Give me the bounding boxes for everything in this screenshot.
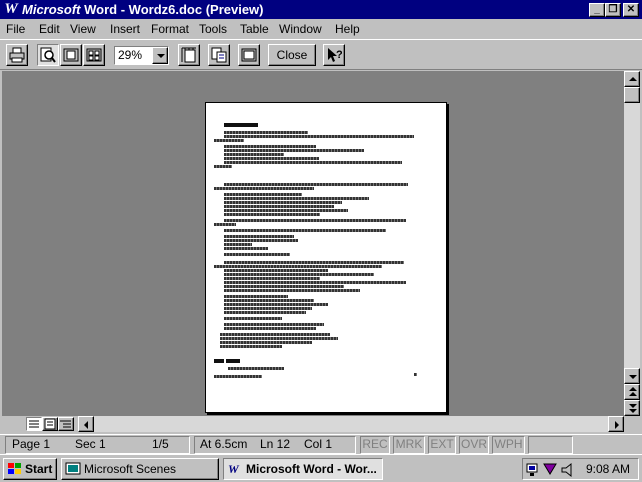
menu-insert[interactable]: Insert <box>110 22 140 36</box>
multiple-pages-button[interactable] <box>83 44 105 66</box>
zoom-dropdown-button[interactable] <box>152 47 168 64</box>
print-button[interactable] <box>6 44 28 66</box>
shrink-to-fit-icon <box>211 47 227 63</box>
close-window-button[interactable]: ✕ <box>623 3 639 17</box>
window-title: Microsoft Word - Wordz6.doc (Preview) <box>22 2 264 17</box>
status-rec[interactable]: REC <box>360 436 390 454</box>
status-ext[interactable]: EXT <box>428 436 456 454</box>
arrow-right-icon <box>615 421 619 429</box>
restore-button[interactable]: ❐ <box>605 3 621 17</box>
next-page-button[interactable] <box>624 400 640 416</box>
status-mrk[interactable]: MRK <box>393 436 425 454</box>
taskbar: Start Microsoft Scenes W Microsoft Word … <box>0 454 642 482</box>
arrow-up-icon <box>629 77 637 81</box>
scroll-down-button[interactable] <box>624 368 640 384</box>
menu-help[interactable]: Help <box>335 22 360 36</box>
speaker-icon <box>561 462 572 478</box>
windows-logo-icon <box>8 463 21 474</box>
menu-format[interactable]: Format <box>151 22 189 36</box>
double-arrow-up-icon <box>629 387 637 391</box>
preview-workspace[interactable] <box>2 71 624 416</box>
task-microsoft-scenes[interactable]: Microsoft Scenes <box>61 458 219 480</box>
svg-text:?: ? <box>336 49 342 61</box>
system-tray: 9:08 AM <box>522 458 639 480</box>
normal-view-button[interactable] <box>26 417 42 431</box>
scroll-thumb[interactable] <box>624 87 640 103</box>
scroll-up-button[interactable] <box>624 71 640 87</box>
scenes-app-icon <box>65 462 81 475</box>
context-help-button[interactable]: ? <box>323 44 345 66</box>
status-empty-panel <box>528 436 573 454</box>
task-microsoft-word[interactable]: W Microsoft Word - Wor... <box>223 458 383 480</box>
status-column: Col 1 <box>304 437 333 451</box>
multiple-pages-icon <box>86 48 102 62</box>
close-preview-button[interactable]: Close <box>268 44 316 66</box>
chevron-down-icon <box>157 54 165 58</box>
horizontal-scrollbar[interactable] <box>78 416 624 432</box>
start-button[interactable]: Start <box>3 458 57 480</box>
outline-view-icon <box>60 420 71 428</box>
double-arrow-up-icon-part <box>629 392 637 396</box>
status-ovr[interactable]: OVR <box>459 436 489 454</box>
menu-bar: File Edit View Insert Format Tools Table… <box>0 19 642 39</box>
full-screen-icon <box>241 48 257 62</box>
view-ruler-icon <box>181 47 196 63</box>
status-wph[interactable]: WPH <box>492 436 525 454</box>
print-icon <box>9 47 25 63</box>
arrow-down-icon <box>629 375 637 379</box>
preview-page-thumbnail[interactable] <box>205 102 447 413</box>
view-ruler-button[interactable] <box>178 44 200 66</box>
menu-tools[interactable]: Tools <box>199 22 227 36</box>
context-help-icon: ? <box>328 48 342 62</box>
task-label: Microsoft Scenes <box>84 462 177 476</box>
menu-view[interactable]: View <box>70 22 96 36</box>
zoom-control[interactable]: 29% <box>114 46 169 65</box>
title-bar: W Microsoft Word - Wordz6.doc (Preview) … <box>0 0 642 19</box>
previous-page-button[interactable] <box>624 384 640 400</box>
title-document: Word - Wordz6.doc (Preview) <box>84 2 264 17</box>
tray-icons <box>526 462 572 478</box>
menu-table[interactable]: Table <box>240 22 269 36</box>
minimize-button[interactable]: _ <box>589 3 605 17</box>
word-task-icon: W <box>228 462 239 476</box>
double-arrow-down-icon-part <box>629 409 637 413</box>
word-app-icon[interactable]: W <box>3 1 19 17</box>
status-page-count: 1/5 <box>152 437 169 451</box>
one-page-button[interactable] <box>60 44 82 66</box>
network-icon <box>526 463 538 476</box>
magnifier-icon <box>40 47 56 63</box>
menu-window[interactable]: Window <box>279 22 322 36</box>
one-page-icon <box>63 48 79 62</box>
status-page: Page 1 <box>12 437 51 451</box>
vertical-scrollbar[interactable] <box>624 71 640 416</box>
start-label: Start <box>25 462 53 476</box>
view-buttons <box>26 417 76 431</box>
normal-view-icon <box>29 420 39 428</box>
scroll-left-button[interactable] <box>78 416 94 432</box>
title-brand: Microsoft <box>22 2 81 17</box>
status-at: At 6.5cm <box>200 437 248 451</box>
horizontal-scroll-row <box>2 416 640 432</box>
arrow-left-icon <box>84 421 88 429</box>
scroll-right-button[interactable] <box>608 416 624 432</box>
page-layout-icon <box>44 418 56 430</box>
page-layout-view-button[interactable] <box>42 417 58 431</box>
menu-edit[interactable]: Edit <box>39 22 60 36</box>
double-arrow-down-icon <box>629 404 637 408</box>
magnifier-button[interactable] <box>37 44 59 66</box>
menu-file[interactable]: File <box>6 22 25 36</box>
shrink-to-fit-button[interactable] <box>208 44 230 66</box>
preview-toolbar: 29% Close ? <box>0 39 642 70</box>
status-line: Ln 12 <box>260 437 291 451</box>
full-screen-button[interactable] <box>238 44 260 66</box>
zoom-value: 29% <box>118 48 143 62</box>
outline-view-button[interactable] <box>58 417 74 431</box>
task-scheduler-icon <box>543 463 557 475</box>
status-bar: Page 1 Sec 1 1/5 At 6.5cm Ln 12 Col 1 RE… <box>0 434 642 454</box>
clock[interactable]: 9:08 AM <box>586 462 630 476</box>
status-section: Sec 1 <box>75 437 106 451</box>
task-label: Microsoft Word - Wor... <box>246 462 377 476</box>
